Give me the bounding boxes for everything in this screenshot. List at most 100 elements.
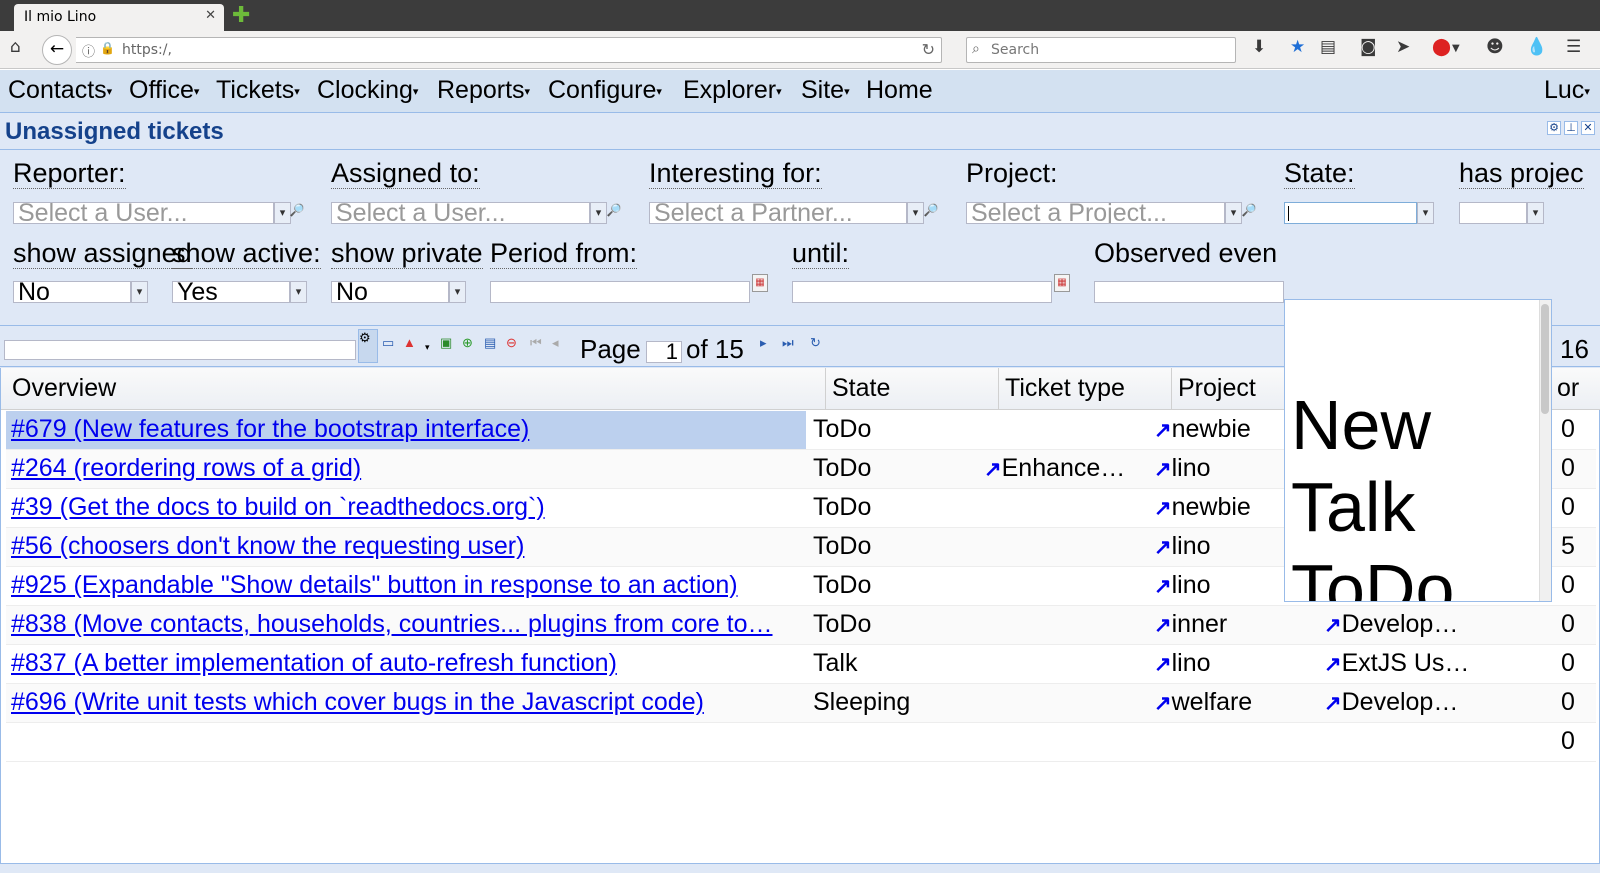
pin-icon[interactable]: ⊥ [1564,121,1578,135]
ticket-overview-link[interactable]: #837 (A better implementation of auto-re… [11,649,811,678]
menu-reports[interactable]: Reports▾ [437,76,530,105]
ticket-project[interactable]: ↗lino [1154,571,1284,600]
menu-configure[interactable]: Configure▾ [548,76,662,105]
menu-tickets[interactable]: Tickets▾ [216,76,300,105]
back-button[interactable]: ← [42,35,72,65]
delete-icon[interactable]: ⊖ [506,335,517,351]
browser-tab[interactable]: Il mio Lino ✕ [14,4,224,31]
chevron-down-icon[interactable]: ▾ [1527,202,1544,224]
table-row[interactable]: #696 (Write unit tests which cover bugs … [6,684,1596,723]
refresh-icon[interactable]: ↻ [810,335,821,351]
ticket-project[interactable]: ↗newbie [1154,415,1284,444]
open-link-icon[interactable]: ↗ [984,458,1002,481]
until-input[interactable] [792,281,1052,303]
calendar-icon[interactable]: ▦ [1054,274,1070,292]
drop-icon[interactable]: 💧 [1526,37,1547,57]
column-header-ticket-type[interactable]: Ticket type [999,368,1172,410]
calendar-icon[interactable]: ▦ [752,274,768,292]
open-link-icon[interactable]: ↗ [1324,653,1342,676]
menu-user[interactable]: Luc▾ [1544,76,1590,105]
ticket-overview-link[interactable]: #925 (Expandable "Show details" button i… [11,571,811,600]
has-project-combo[interactable] [1459,202,1527,224]
column-header-state[interactable]: State [826,368,999,410]
last-page-icon[interactable]: ⏭ [782,335,794,351]
ticket-overview-link[interactable]: #39 (Get the docs to build on `readthedo… [11,493,811,522]
reload-icon[interactable]: ↻ [922,40,935,59]
html-export-icon[interactable]: ▭ [382,335,394,351]
page-number-input[interactable]: 1 [646,341,682,363]
url-bar[interactable]: ⓘ 🔒 https:/, ↻ [76,37,942,63]
ticket-project[interactable]: ↗welfare [1154,688,1284,717]
menu-explorer[interactable]: Explorer▾ [683,76,782,105]
state-option[interactable]: New [1291,384,1431,466]
ticket-project[interactable]: ↗newbie [1154,493,1284,522]
search-icon[interactable]: 🔎 [922,200,940,220]
next-page-icon[interactable]: ▸ [760,335,767,351]
first-page-icon[interactable]: ⏮ [530,335,542,351]
browser-search-input[interactable]: ⌕ Search [966,37,1236,63]
chevron-down-icon[interactable]: ▾ [449,281,466,303]
prev-page-icon[interactable]: ◂ [552,335,559,351]
insert-icon[interactable]: ⊕ [462,335,473,351]
quick-filter-input[interactable] [4,340,356,360]
state-option[interactable]: Talk [1291,466,1415,548]
chevron-down-icon[interactable]: ▾ [131,281,148,303]
project-combo[interactable]: Select a Project... [966,202,1225,224]
adblock-icon[interactable]: ⬤ [1432,37,1451,57]
search-icon[interactable]: 🔎 [288,200,306,220]
download-icon[interactable]: ⬇ [1252,37,1266,57]
close-tab-icon[interactable]: ✕ [205,8,216,23]
gear-icon[interactable]: ⚙ [1547,121,1561,135]
show-private-combo[interactable]: No [331,281,449,303]
column-header-overview[interactable]: Overview [6,368,826,410]
open-link-icon[interactable]: ↗ [1154,575,1172,598]
ticket-overview-link[interactable]: #838 (Move contacts, households, countri… [11,610,811,639]
home-icon[interactable]: ⌂ [10,37,21,57]
table-row[interactable]: #837 (A better implementation of auto-re… [6,645,1596,684]
ticket-project[interactable]: ↗lino [1154,649,1284,678]
state-combo[interactable] [1284,202,1417,224]
menu-contacts[interactable]: Contacts▾ [8,76,112,105]
ticket-project[interactable]: ↗inner [1154,610,1284,639]
open-link-icon[interactable]: ↗ [1154,458,1172,481]
interesting-combo[interactable]: Select a Partner... [649,202,907,224]
table-row[interactable]: #838 (Move contacts, households, countri… [6,606,1596,645]
open-link-icon[interactable]: ↗ [1154,653,1172,676]
send-icon[interactable]: ➤ [1396,37,1410,57]
new-tab-icon[interactable]: ✚ [232,3,250,28]
info-icon[interactable]: ⓘ [82,41,95,60]
ticket-overview-link[interactable]: #679 (New features for the bootstrap int… [6,411,806,449]
chat-icon[interactable]: ☻ [1486,37,1504,57]
menu-site[interactable]: Site▾ [801,76,850,105]
show-active-combo[interactable]: Yes [172,281,290,303]
open-link-icon[interactable]: ↗ [1324,692,1342,715]
chevron-down-icon[interactable]: ▾ [290,281,307,303]
ticket-overview-link[interactable]: #56 (choosers don't know the requesting … [11,532,811,561]
ticket-topic[interactable]: ↗Develop… [1324,688,1524,717]
search-icon[interactable]: 🔎 [605,200,623,220]
reporter-combo[interactable]: Select a User... [13,202,274,224]
ticket-project[interactable]: ↗lino [1154,532,1284,561]
pdf-icon[interactable]: ▲ [403,335,416,350]
pocket-icon[interactable]: ◙ [1360,37,1377,57]
menu-home[interactable]: Home [866,76,933,105]
menu-office[interactable]: Office▾ [129,76,199,105]
detail-icon[interactable]: ▤ [484,335,496,351]
period-from-input[interactable] [490,281,750,303]
column-header-number[interactable]: or [1551,368,1596,410]
open-link-icon[interactable]: ↗ [1154,497,1172,520]
ticket-topic[interactable]: ↗Develop… [1324,610,1524,639]
state-option[interactable]: ToDo [1291,548,1454,601]
close-icon[interactable]: ✕ [1581,121,1595,135]
menu-clocking[interactable]: Clocking▾ [317,76,418,105]
url-text[interactable]: https:/, [122,42,172,58]
ticket-topic[interactable]: ↗ExtJS Us… [1324,649,1524,678]
excel-icon[interactable]: ▣ [440,335,452,351]
adblock-menu-icon[interactable]: ▼ [1452,43,1460,54]
chevron-down-icon[interactable]: ▾ [425,342,430,353]
observed-events-input[interactable] [1094,281,1284,303]
dropdown-scrollbar[interactable] [1539,300,1551,601]
state-dropdown-list[interactable]: New Talk ToDo [1284,299,1552,602]
show-assigned-combo[interactable]: No [13,281,131,303]
ticket-overview-link[interactable]: #696 (Write unit tests which cover bugs … [11,688,811,717]
